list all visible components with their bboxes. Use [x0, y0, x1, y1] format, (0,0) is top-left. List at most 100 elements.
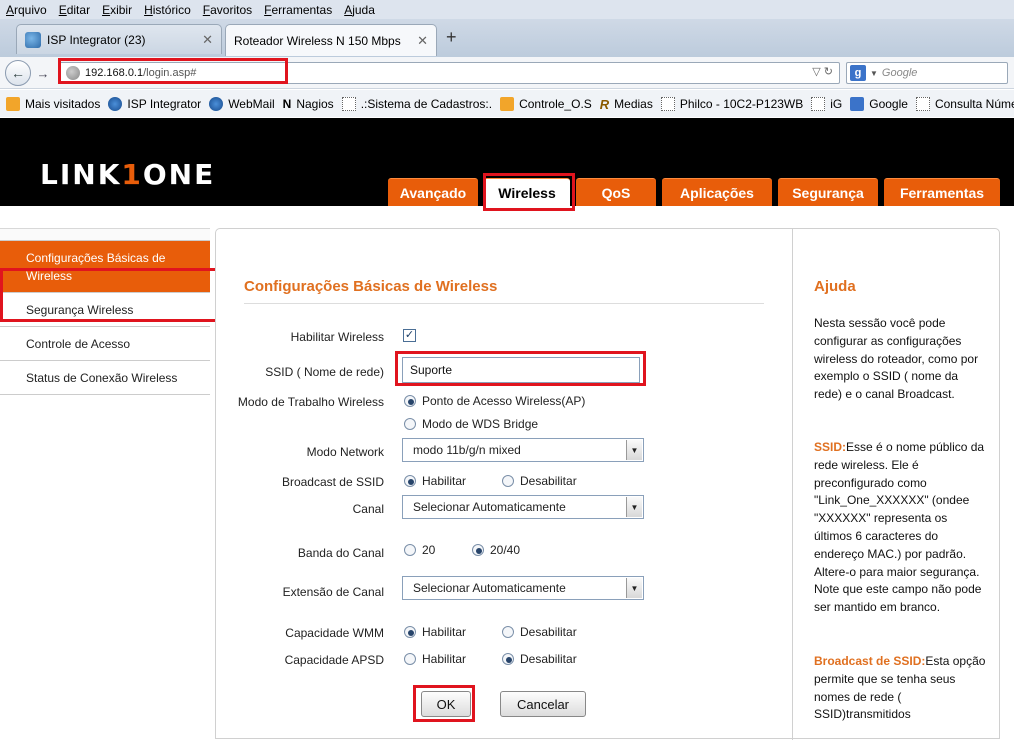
bandwidth-20-label: 20: [422, 543, 436, 557]
menu-historico[interactable]: Histórico: [144, 3, 191, 17]
network-mode-label: Modo Network: [306, 445, 384, 459]
bookmarks-bar: Mais visitados ISP Integrator WebMail NN…: [0, 90, 1014, 117]
new-tab-icon[interactable]: +: [446, 27, 457, 48]
bandwidth-2040-radio[interactable]: 20/40: [472, 543, 520, 557]
menu-ajuda[interactable]: Ajuda: [344, 3, 375, 17]
link-one-logo: LINK1ONE: [40, 158, 215, 191]
page-title: Configurações Básicas de Wireless: [244, 278, 498, 295]
nav-tab-avancado[interactable]: Avançado: [388, 178, 478, 206]
broadcast-ssid-label: Broadcast de SSID: [281, 475, 384, 489]
menu-favoritos[interactable]: Favoritos: [203, 3, 252, 17]
help-ssid-text: Esse é o nome público da rede wireless. …: [814, 440, 985, 615]
bookmark-sistema-cadastros[interactable]: .:Sistema de Cadastros:.: [341, 96, 492, 111]
help-broadcast: Broadcast de SSID:Esta opção permite que…: [814, 653, 986, 724]
forward-arrow-icon: →: [36, 65, 50, 81]
radio-selected-icon: [404, 395, 416, 407]
title-divider: [244, 303, 764, 304]
mode-ap-radio[interactable]: Ponto de Acesso Wireless(AP): [404, 394, 585, 408]
apsd-label: Capacidade APSD: [284, 653, 384, 667]
nav-tab-seguranca[interactable]: Segurança: [778, 178, 878, 206]
sidebar-top: [0, 229, 210, 241]
wmm-disable-radio[interactable]: Desabilitar: [502, 625, 577, 639]
mode-wds-radio[interactable]: Modo de WDS Bridge: [404, 417, 538, 431]
bookmark-isp-integrator[interactable]: ISP Integrator: [108, 96, 201, 111]
radio-selected-icon: [404, 626, 416, 638]
calendar-icon: [500, 96, 515, 111]
radio-icon: [404, 653, 416, 665]
dropdown-arrow-icon: ▼: [626, 440, 642, 460]
highlight-wireless-tab: [483, 173, 575, 211]
sidebar-item-access-control[interactable]: Controle de Acesso: [0, 327, 210, 361]
back-arrow-icon: ←: [11, 65, 25, 81]
help-broadcast-term: Broadcast de SSID:: [814, 654, 926, 668]
search-box[interactable]: g ▼ Google: [846, 62, 1008, 84]
bookmark-medias[interactable]: R Medias: [600, 96, 653, 112]
isp-icon: [108, 96, 123, 111]
highlight-sidebar-item: [0, 268, 220, 322]
bookmark-mais-visitados[interactable]: Mais visitados: [6, 96, 100, 111]
mode-wds-label: Modo de WDS Bridge: [422, 417, 539, 431]
back-button[interactable]: ←: [5, 60, 31, 86]
bookmark-google[interactable]: Google: [850, 96, 908, 111]
highlight-url: [58, 58, 288, 84]
isp-favicon-icon: [25, 31, 41, 48]
radio-selected-icon: [502, 653, 514, 665]
back-forward-group: ← →: [5, 60, 57, 86]
menu-editar[interactable]: Editar: [59, 3, 90, 17]
tab-isp-integrator[interactable]: ISP Integrator (23) ✕: [16, 24, 222, 54]
radio-icon: [404, 544, 416, 556]
bookmark-webmail[interactable]: WebMail: [209, 96, 275, 111]
page-icon: [660, 96, 675, 111]
channel-extension-label: Extensão de Canal: [282, 585, 384, 599]
help-title: Ajuda: [814, 278, 856, 295]
menu-exibir[interactable]: Exibir: [102, 3, 132, 17]
enable-wireless-checkbox[interactable]: ✓: [403, 329, 416, 342]
network-mode-value: modo 11b/g/n mixed: [413, 443, 521, 457]
tab-router[interactable]: Roteador Wireless N 150 Mbps ✕: [225, 24, 437, 56]
tab-close-icon[interactable]: ✕: [417, 33, 428, 49]
radio-selected-icon: [404, 475, 416, 487]
wmm-label: Capacidade WMM: [285, 626, 384, 640]
bookmark-label: Philco - 10C2-P123WB: [679, 96, 804, 111]
bandwidth-20-radio[interactable]: 20: [404, 543, 435, 557]
apsd-disable-radio[interactable]: Desabilitar: [502, 652, 577, 666]
search-engine-dropdown-icon[interactable]: ▼: [870, 69, 878, 78]
reload-icon[interactable]: ↻: [824, 66, 833, 78]
broadcast-disable-radio[interactable]: Desabilitar: [502, 474, 577, 488]
apsd-enable-radio[interactable]: Habilitar: [404, 652, 466, 666]
menu-ferramentas[interactable]: Ferramentas: [264, 3, 332, 17]
channel-select[interactable]: Selecionar Automaticamente ▼: [402, 495, 644, 519]
page-icon: [811, 96, 826, 111]
folder-icon: [6, 96, 20, 111]
highlight-ssid: [395, 351, 646, 386]
menu-arquivo[interactable]: Arquivo: [6, 3, 47, 17]
bookmark-controle-os[interactable]: Controle_O.S: [500, 96, 592, 111]
url-controls: ▽ ↻: [812, 65, 833, 78]
broadcast-enable-radio[interactable]: Habilitar: [404, 474, 466, 488]
wmm-enable-radio[interactable]: Habilitar: [404, 625, 466, 639]
help-ssid-term: SSID:: [814, 440, 847, 454]
main-panel: Configurações Básicas de Wireless Habili…: [215, 228, 1000, 740]
network-mode-select[interactable]: modo 11b/g/n mixed ▼: [402, 438, 644, 462]
bookmark-label: Medias: [614, 96, 653, 111]
google-icon: [850, 96, 865, 111]
bookmark-nagios[interactable]: N Nagios: [283, 97, 334, 111]
tab-close-icon[interactable]: ✕: [202, 32, 213, 48]
nav-tab-ferramentas[interactable]: Ferramentas: [884, 178, 1000, 206]
bookmark-consulta[interactable]: Consulta Núme: [915, 96, 1014, 111]
wmm-enable-label: Habilitar: [422, 625, 467, 639]
url-dropdown-icon[interactable]: ▽: [812, 66, 820, 78]
nav-tab-qos[interactable]: QoS: [576, 178, 656, 206]
sidebar-item-connection-status[interactable]: Status de Conexão Wireless: [0, 361, 210, 395]
cancel-button[interactable]: Cancelar: [500, 691, 586, 717]
enable-wireless-label: Habilitar Wireless: [290, 330, 384, 344]
channel-extension-select[interactable]: Selecionar Automaticamente ▼: [402, 576, 644, 600]
page-icon: [915, 96, 930, 111]
radio-icon: [502, 475, 514, 487]
bookmark-philco[interactable]: Philco - 10C2-P123WB: [660, 96, 804, 111]
logo-text-left: LINK: [40, 158, 122, 191]
google-search-icon[interactable]: g: [850, 65, 866, 81]
nav-tab-aplicacoes[interactable]: Aplicações: [662, 178, 772, 206]
bookmark-ig[interactable]: iG: [811, 96, 842, 111]
forward-button[interactable]: →: [33, 64, 53, 82]
